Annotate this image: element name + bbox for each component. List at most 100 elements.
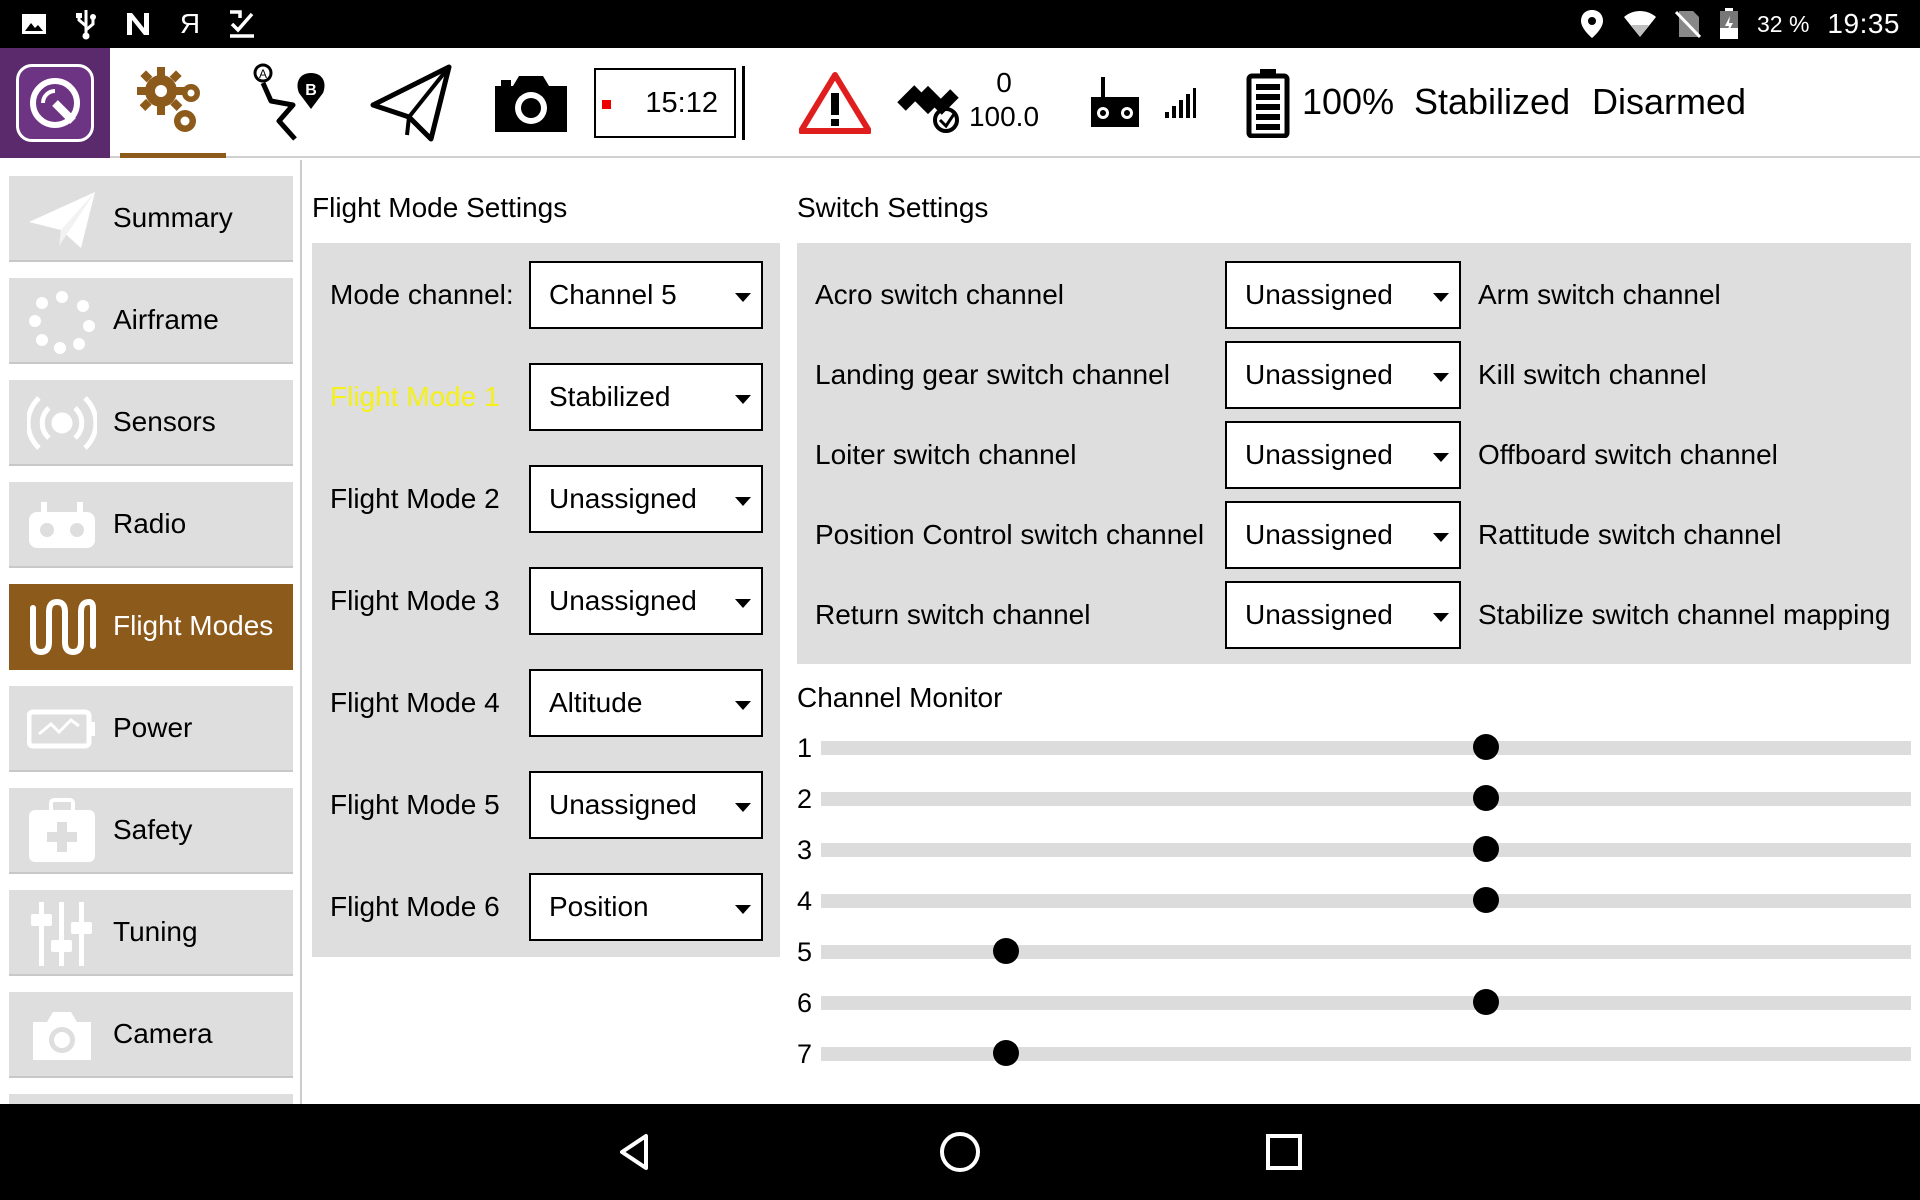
return-switch-label: Return switch channel bbox=[815, 599, 1091, 630]
combo-value: Channel 5 bbox=[549, 279, 677, 310]
channel-row: 3 bbox=[797, 835, 1911, 865]
chevron-down-icon bbox=[1433, 613, 1449, 622]
plan-waypoint-icon[interactable]: A B bbox=[232, 48, 350, 158]
flight-mode-6-combo[interactable]: Position bbox=[529, 873, 763, 941]
arm-switch-label: Arm switch channel bbox=[1478, 279, 1721, 310]
recording-timer[interactable]: 15:12 bbox=[594, 68, 736, 138]
sidebar-item-camera[interactable]: Camera bbox=[9, 992, 293, 1078]
battery-percent-value: 100% bbox=[1302, 81, 1395, 122]
combo-value: Unassigned bbox=[549, 483, 697, 514]
back-icon[interactable] bbox=[612, 1128, 660, 1176]
qgroundcontrol-logo[interactable] bbox=[0, 48, 110, 158]
flight-mode-1-combo[interactable]: Stabilized bbox=[529, 363, 763, 431]
download-done-icon bbox=[226, 8, 258, 40]
timer-value: 15:12 bbox=[645, 86, 718, 119]
sidebar-item-label: Camera bbox=[113, 1018, 213, 1049]
rc-signal-icon bbox=[1160, 48, 1200, 158]
battery-percent: 32 % bbox=[1756, 10, 1810, 37]
combo-value: Stabilized bbox=[549, 381, 671, 412]
switch-settings-panel: Acro switch channel Unassigned Arm switc… bbox=[797, 243, 1911, 664]
location-icon bbox=[1579, 9, 1605, 39]
mode-channel-combo[interactable]: Channel 5 bbox=[529, 261, 763, 329]
arm-state-indicator[interactable]: Disarmed bbox=[1592, 82, 1746, 122]
combo-value: Unassigned bbox=[1245, 599, 1393, 630]
loiter-switch-combo[interactable]: Unassigned bbox=[1225, 421, 1461, 489]
flight-mode-settings-title: Flight Mode Settings bbox=[312, 192, 568, 223]
channel-number: 5 bbox=[797, 937, 813, 967]
sidebar-item-label: Safety bbox=[113, 814, 193, 845]
rc-transmitter-icon[interactable] bbox=[1080, 48, 1150, 158]
flight-mode-indicator[interactable]: Stabilized bbox=[1414, 82, 1570, 122]
flight-mode-settings-panel: Mode channel: Channel 5 Flight Mode 1 St… bbox=[312, 243, 780, 957]
home-icon[interactable] bbox=[936, 1128, 984, 1176]
flight-mode-5-label: Flight Mode 5 bbox=[330, 789, 500, 820]
chevron-down-icon bbox=[735, 599, 751, 608]
no-sim-icon bbox=[1674, 9, 1701, 39]
sidebar-item-sensors[interactable]: Sensors bbox=[9, 380, 293, 466]
qgc-toolbar: A B 15:12 0 100.0 100% Stabilized Disarm… bbox=[0, 48, 1920, 158]
chevron-down-icon bbox=[735, 497, 751, 506]
flight-mode-5-combo[interactable]: Unassigned bbox=[529, 771, 763, 839]
recents-icon[interactable] bbox=[1260, 1128, 1308, 1176]
svg-text:B: B bbox=[305, 82, 317, 99]
position-control-switch-combo[interactable]: Unassigned bbox=[1225, 501, 1461, 569]
battery-icon[interactable] bbox=[1236, 48, 1300, 158]
channel-track bbox=[821, 996, 1911, 1010]
android-navigation-bar bbox=[0, 1104, 1920, 1200]
radio-transmitter-icon bbox=[27, 492, 97, 558]
settings-gears-icon[interactable] bbox=[114, 48, 232, 158]
switch-settings-title: Switch Settings bbox=[797, 192, 989, 223]
android-status-bar: Я 32 % 19:35 bbox=[0, 0, 1920, 48]
sidebar-item-flight-modes[interactable]: Flight Modes bbox=[9, 584, 293, 670]
landing-gear-switch-combo[interactable]: Unassigned bbox=[1225, 341, 1461, 409]
fly-paper-plane-icon[interactable] bbox=[352, 48, 470, 158]
kill-switch-label: Kill switch channel bbox=[1478, 359, 1707, 390]
tuning-sliders-icon bbox=[27, 900, 97, 966]
channel-number: 2 bbox=[797, 784, 813, 814]
combo-value: Unassigned bbox=[1245, 519, 1393, 550]
rattitude-switch-label: Rattitude switch channel bbox=[1478, 519, 1782, 550]
stabilize-switch-label: Stabilize switch channel mapping bbox=[1478, 599, 1891, 630]
battery-charging-icon bbox=[1719, 8, 1739, 40]
combo-value: Altitude bbox=[549, 687, 643, 718]
channel-indicator bbox=[993, 1040, 1020, 1066]
flight-modes-wave-icon bbox=[27, 594, 97, 660]
chevron-down-icon bbox=[735, 293, 751, 302]
channel-monitor-title: Channel Monitor bbox=[797, 682, 1003, 713]
sidebar-item-tuning[interactable]: Tuning bbox=[9, 890, 293, 976]
combo-value: Unassigned bbox=[1245, 359, 1393, 390]
combo-value: Position bbox=[549, 891, 649, 922]
camera-icon[interactable] bbox=[472, 48, 590, 158]
sidebar-item-label: Summary bbox=[113, 202, 233, 233]
flight-mode-4-combo[interactable]: Altitude bbox=[529, 669, 763, 737]
sidebar-item-more[interactable] bbox=[9, 1094, 293, 1104]
sidebar-item-safety[interactable]: Safety bbox=[9, 788, 293, 874]
sidebar-item-summary[interactable]: Summary bbox=[9, 176, 293, 262]
gps-satellite-icon[interactable] bbox=[890, 48, 972, 158]
sidebar-item-power[interactable]: Power bbox=[9, 686, 293, 772]
acro-switch-label: Acro switch channel bbox=[815, 279, 1065, 310]
flight-mode-4-label: Flight Mode 4 bbox=[330, 687, 500, 718]
nfc-icon bbox=[122, 8, 154, 40]
chevron-down-icon bbox=[1433, 453, 1449, 462]
landing-gear-switch-label: Landing gear switch channel bbox=[815, 359, 1170, 390]
return-switch-combo[interactable]: Unassigned bbox=[1225, 581, 1461, 649]
sensor-radio-waves-icon bbox=[25, 390, 99, 456]
flight-mode-6-label: Flight Mode 6 bbox=[330, 891, 500, 922]
combo-value: Unassigned bbox=[549, 585, 697, 616]
channel-track bbox=[821, 1047, 1911, 1061]
channel-row: 2 bbox=[797, 784, 1911, 814]
camera-icon bbox=[27, 1002, 97, 1068]
sidebar-item-airframe[interactable]: Airframe bbox=[9, 278, 293, 364]
sidebar-item-radio[interactable]: Radio bbox=[9, 482, 293, 568]
svg-text:A: A bbox=[259, 67, 267, 81]
flight-mode-2-combo[interactable]: Unassigned bbox=[529, 465, 763, 533]
warning-icon[interactable] bbox=[780, 48, 890, 158]
flight-mode-3-combo[interactable]: Unassigned bbox=[529, 567, 763, 635]
channel-indicator bbox=[1472, 887, 1499, 913]
acro-switch-combo[interactable]: Unassigned bbox=[1225, 261, 1461, 329]
chevron-down-icon bbox=[735, 803, 751, 812]
paper-plane-icon bbox=[27, 186, 97, 252]
channel-number: 7 bbox=[797, 1039, 813, 1069]
channel-number: 6 bbox=[797, 988, 813, 1018]
